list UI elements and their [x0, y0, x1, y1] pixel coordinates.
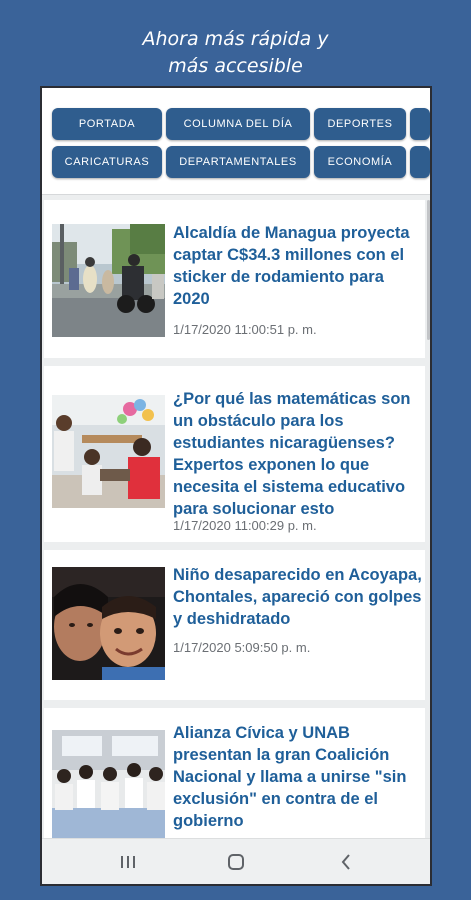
category-deportes[interactable]: DEPORTES: [314, 108, 406, 140]
app-screen: PORTADA COLUMNA DEL DÍA DEPORTES CARICATUR…: [42, 88, 430, 884]
tagline-line-2: más accesible: [168, 55, 303, 77]
back-icon[interactable]: [326, 847, 366, 877]
article-timestamp: 1/17/2020 11:00:51 p. m.: [173, 322, 317, 337]
article-headline[interactable]: Niño desaparecido en Acoyapa, Chontales,…: [173, 564, 423, 630]
article-headline[interactable]: ¿Por qué las matemáticas son un obstácul…: [173, 388, 423, 520]
category-next-partial[interactable]: [410, 146, 430, 178]
category-columna-del-dia[interactable]: COLUMNA DEL DÍA: [166, 108, 310, 140]
article-timestamp: 1/17/2020 11:00:29 p. m.: [173, 518, 317, 533]
article-thumbnail[interactable]: [52, 730, 165, 838]
article-headline[interactable]: Alianza Cívica y UNAB presentan la gran …: [173, 722, 423, 832]
system-navigation-bar: [42, 838, 430, 884]
category-bar: PORTADA COLUMNA DEL DÍA DEPORTES CARICATUR…: [42, 88, 430, 195]
category-next-partial[interactable]: [410, 108, 430, 140]
category-portada[interactable]: PORTADA: [52, 108, 162, 140]
article-card[interactable]: Alianza Cívica y UNAB presentan la gran …: [44, 708, 425, 838]
category-row-2: CARICATURAS DEPARTAMENTALES ECONOMÍA: [52, 146, 430, 178]
category-row-1: PORTADA COLUMNA DEL DÍA DEPORTES: [52, 108, 430, 140]
article-thumbnail[interactable]: [52, 567, 165, 680]
category-caricaturas[interactable]: CARICATURAS: [52, 146, 162, 178]
home-icon[interactable]: [216, 847, 256, 877]
article-headline[interactable]: Alcaldía de Managua proyecta captar C$34…: [173, 222, 423, 310]
article-thumbnail[interactable]: [52, 395, 165, 508]
article-card[interactable]: Alcaldía de Managua proyecta captar C$34…: [44, 200, 425, 358]
scrollbar[interactable]: [427, 200, 430, 340]
tagline: Ahora más rápida y más accesible: [0, 26, 471, 80]
category-departamentales[interactable]: DEPARTAMENTALES: [166, 146, 310, 178]
article-timestamp: 1/17/2020 5:09:50 p. m.: [173, 640, 311, 655]
category-economia[interactable]: ECONOMÍA: [314, 146, 406, 178]
article-card[interactable]: Niño desaparecido en Acoyapa, Chontales,…: [44, 550, 425, 700]
phone-frame: PORTADA COLUMNA DEL DÍA DEPORTES CARICATUR…: [40, 86, 432, 886]
recent-apps-icon[interactable]: [108, 847, 148, 877]
tagline-line-1: Ahora más rápida y: [142, 28, 329, 50]
article-card[interactable]: ¿Por qué las matemáticas son un obstácul…: [44, 366, 425, 542]
article-thumbnail[interactable]: [52, 224, 165, 337]
